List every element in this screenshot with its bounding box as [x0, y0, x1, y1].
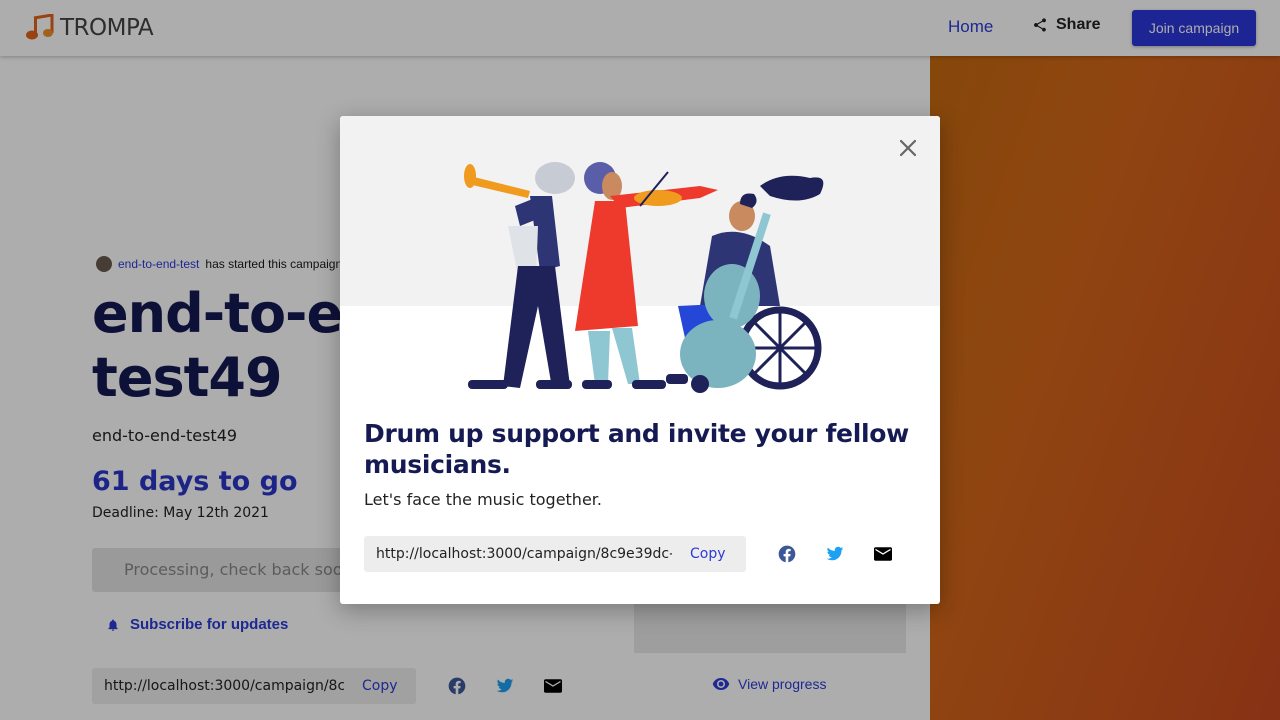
- dialog-share-url-box[interactable]: http://localhost:3000/campaign/8c9e39dc-…: [364, 536, 746, 572]
- dialog-title: Drum up support and invite your fellow m…: [364, 419, 909, 479]
- share-dialog: Drum up support and invite your fellow m…: [340, 116, 940, 604]
- close-icon[interactable]: [896, 136, 920, 160]
- facebook-icon[interactable]: [775, 542, 799, 566]
- dialog-subtitle: Let's face the music together.: [364, 490, 602, 509]
- dialog-share-row: http://localhost:3000/campaign/8c9e39dc-…: [364, 536, 895, 572]
- email-icon[interactable]: [871, 542, 895, 566]
- musicians-illustration: [464, 162, 824, 393]
- dialog-copy-button[interactable]: Copy: [690, 546, 726, 562]
- dialog-share-url: http://localhost:3000/campaign/8c9e39dc-…: [376, 546, 672, 562]
- twitter-icon[interactable]: [823, 542, 847, 566]
